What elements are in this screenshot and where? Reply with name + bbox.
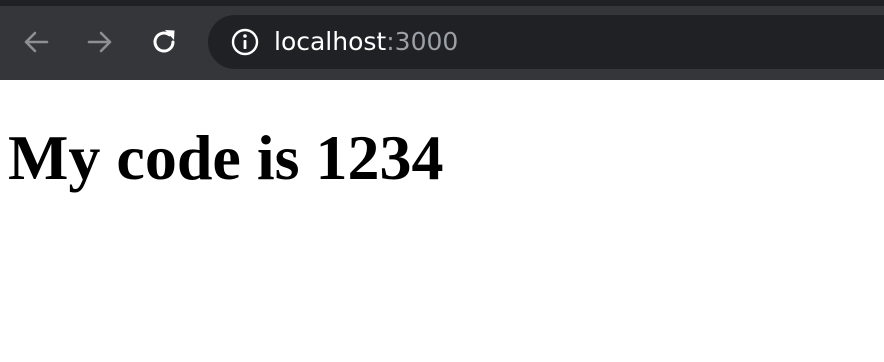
reload-icon (153, 30, 175, 53)
url-host: localhost (274, 27, 387, 56)
forward-button[interactable] (82, 24, 118, 60)
info-circle-icon[interactable] (230, 27, 260, 57)
page-viewport: My code is 1234 (0, 80, 884, 362)
url-port: :3000 (386, 27, 459, 56)
reload-button[interactable] (146, 24, 182, 60)
tab-strip-edge (0, 0, 884, 6)
browser-toolbar: localhost:3000 (0, 0, 884, 80)
page-heading: My code is 1234 (8, 122, 444, 193)
address-bar[interactable]: localhost:3000 (208, 15, 884, 69)
url-text[interactable]: localhost:3000 (274, 27, 458, 57)
arrow-left-icon (24, 31, 49, 53)
back-button[interactable] (18, 24, 54, 60)
arrow-right-icon (87, 31, 112, 53)
